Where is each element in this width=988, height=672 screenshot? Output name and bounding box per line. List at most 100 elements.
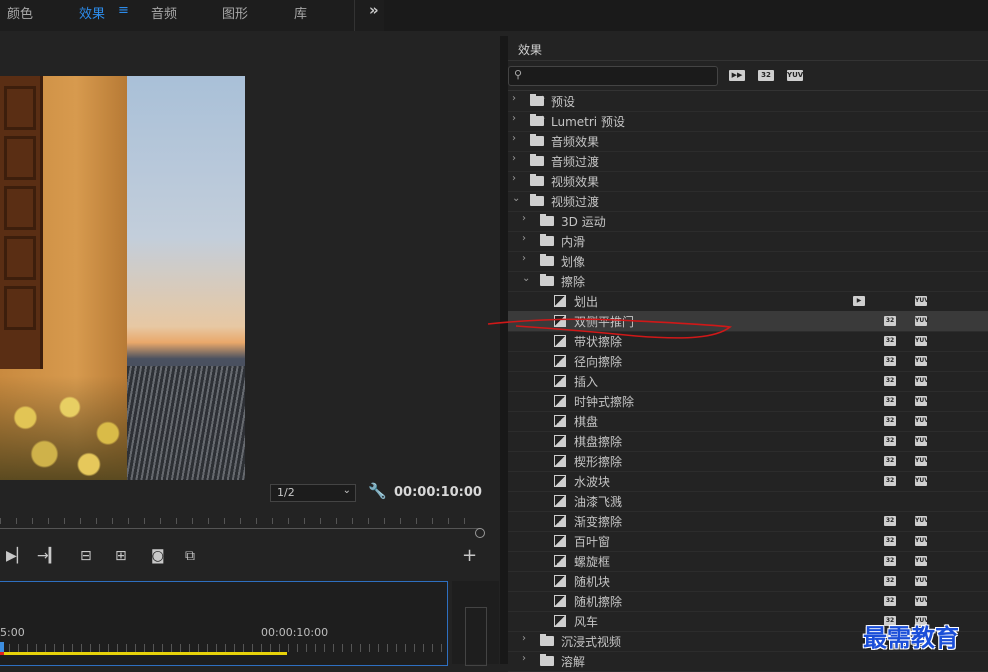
effects-folder[interactable]: › 内滑 — [508, 231, 988, 252]
effect-item[interactable]: 插入 32 YUV — [508, 371, 988, 392]
chevron-down-icon[interactable]: ⌄ — [512, 193, 520, 204]
zoom-handle[interactable] — [475, 528, 485, 538]
work-area-bar[interactable] — [0, 652, 287, 655]
camera-icon[interactable]: ◙ — [151, 548, 165, 564]
chevron-right-icon[interactable]: › — [522, 213, 526, 224]
effect-item[interactable]: 油漆飞溅 — [508, 491, 988, 512]
effect-item[interactable]: 时钟式擦除 32 YUV — [508, 391, 988, 412]
tree-item-label: 擦除 — [561, 275, 586, 289]
effects-folder[interactable]: › 3D 运动 — [508, 211, 988, 232]
tree-item-label: 百叶窗 — [574, 535, 611, 549]
timeline-timecode-left: 5:00 — [0, 626, 25, 639]
workspace-tab-audio[interactable]: 音频 — [151, 3, 177, 22]
effect-item[interactable]: 水波块 32 YUV — [508, 471, 988, 492]
chevron-right-icon[interactable]: › — [522, 633, 526, 644]
effects-folder[interactable]: ⌄ 视频过渡 — [508, 191, 988, 212]
yuv-badge-icon: YUV — [915, 576, 929, 586]
tree-item-label: 音频过渡 — [551, 155, 600, 169]
effects-panel: 效果 ⚲ ▶▶ 32 YUV › ✦ 预设 › ✦ Lumetri 预设 › 音频效果 › 音频过… — [508, 36, 988, 672]
folder-icon — [540, 634, 554, 646]
effect-item[interactable]: 百叶窗 32 YUV — [508, 531, 988, 552]
effects-folder[interactable]: › 溶解 — [508, 651, 988, 672]
playhead[interactable] — [0, 642, 4, 652]
window-pane — [4, 286, 36, 330]
effects-folder[interactable]: ⌄ 擦除 — [508, 271, 988, 292]
chevron-right-icon[interactable]: › — [512, 133, 516, 144]
monitor-time-ruler[interactable] — [0, 514, 480, 528]
effect-item[interactable]: 划出 ▶ YUV — [508, 291, 988, 312]
folder-icon — [540, 234, 554, 246]
chevron-right-icon[interactable]: › — [522, 233, 526, 244]
accelerated-effects-filter-icon[interactable]: ▶▶ — [729, 70, 745, 81]
effects-folder[interactable]: › ✦ 预设 — [508, 91, 988, 112]
play-icon[interactable]: ▶▏ — [6, 548, 28, 564]
add-button-icon[interactable]: + — [462, 545, 477, 566]
step-forward-icon[interactable]: →▎ — [37, 548, 60, 564]
transition-effect-icon — [554, 435, 566, 447]
workspace-more-button[interactable]: » — [369, 1, 379, 19]
accelerated-badge-icon: ▶ — [853, 296, 865, 306]
32bit-badge-icon: 32 — [884, 396, 896, 406]
tree-item-label: 水波块 — [574, 475, 611, 489]
tree-item-label: 油漆飞溅 — [574, 495, 623, 509]
render-bar — [0, 652, 4, 655]
folder-icon — [530, 194, 544, 206]
preset-folder-icon: ✦ — [530, 94, 546, 106]
tree-item-label: 视频过渡 — [551, 195, 600, 209]
star-icon: ✦ — [539, 94, 546, 103]
32bit-filter-icon[interactable]: 32 — [758, 70, 774, 81]
chevron-right-icon[interactable]: › — [512, 93, 516, 104]
chevron-right-icon[interactable]: › — [522, 253, 526, 264]
transition-effect-icon — [554, 295, 566, 307]
effect-item[interactable]: 螺旋框 32 YUV — [508, 551, 988, 572]
program-monitor: 1/2 ⌄ 🔧 00:00:10:00 ▶▏ →▎ ⊟ ⊞ ◙ ⧉ + — [0, 36, 499, 576]
effect-item[interactable]: 棋盘擦除 32 YUV — [508, 431, 988, 452]
workspace-tab-graphics[interactable]: 图形 — [222, 3, 248, 22]
tree-item-label: 音频效果 — [551, 135, 600, 149]
yuv-filter-icon[interactable]: YUV — [787, 70, 803, 81]
yuv-badge-icon: YUV — [915, 396, 929, 406]
effects-folder[interactable]: › 音频过渡 — [508, 151, 988, 172]
compare-view-icon[interactable]: ⧉ — [185, 548, 195, 564]
folder-icon — [540, 214, 554, 226]
workspace-tab-effects[interactable]: 效果 — [79, 3, 105, 22]
chevron-down-icon[interactable]: ⌄ — [522, 273, 530, 284]
effects-folder[interactable]: › ✦ Lumetri 预设 — [508, 111, 988, 132]
workspace-tab-libraries[interactable]: 库 — [294, 3, 307, 22]
yuv-badge-icon: YUV — [915, 456, 929, 466]
wrench-icon[interactable]: 🔧 — [368, 482, 387, 500]
effect-item[interactable]: 随机块 32 YUV — [508, 571, 988, 592]
yuv-badge-icon: YUV — [915, 556, 929, 566]
effect-item[interactable]: 棋盘 32 YUV — [508, 411, 988, 432]
preview-railing-image — [127, 366, 245, 480]
lift-icon[interactable]: ⊟ — [80, 548, 92, 564]
timeline-panel[interactable]: 5:00 00:00:10:00 — [0, 581, 448, 666]
tree-item-label: 径向擦除 — [574, 355, 623, 369]
panel-divider[interactable] — [500, 36, 508, 664]
workspace-menu-icon[interactable]: ≡ — [118, 3, 129, 18]
effect-item[interactable]: 渐变擦除 32 YUV — [508, 511, 988, 532]
chevron-right-icon[interactable]: › — [512, 113, 516, 124]
effects-folder[interactable]: › 音频效果 — [508, 131, 988, 152]
effect-item[interactable]: 楔形擦除 32 YUV — [508, 451, 988, 472]
transition-effect-icon — [554, 555, 566, 567]
chevron-right-icon[interactable]: › — [512, 173, 516, 184]
effects-folder[interactable]: › 划像 — [508, 251, 988, 272]
workspace-tab-color[interactable]: 颜色 — [7, 3, 33, 22]
effects-search-input[interactable]: ⚲ — [508, 66, 718, 86]
transition-effect-icon — [554, 415, 566, 427]
chevron-right-icon[interactable]: › — [512, 153, 516, 164]
video-preview[interactable] — [0, 76, 245, 480]
chevron-right-icon[interactable]: › — [522, 653, 526, 664]
workspace-divider — [354, 0, 355, 31]
effects-folder[interactable]: › 视频效果 — [508, 171, 988, 192]
timeline-ruler[interactable] — [0, 644, 447, 652]
32bit-badge-icon: 32 — [884, 456, 896, 466]
effect-item[interactable]: 径向擦除 32 YUV — [508, 351, 988, 372]
extract-icon[interactable]: ⊞ — [115, 548, 127, 564]
effects-panel-title[interactable]: 效果 — [518, 41, 542, 58]
transition-effect-icon — [554, 575, 566, 587]
effect-item[interactable]: 随机擦除 32 YUV — [508, 591, 988, 612]
tree-item-label: 划出 — [574, 295, 599, 309]
playback-resolution-select[interactable]: 1/2 ⌄ — [270, 484, 356, 502]
